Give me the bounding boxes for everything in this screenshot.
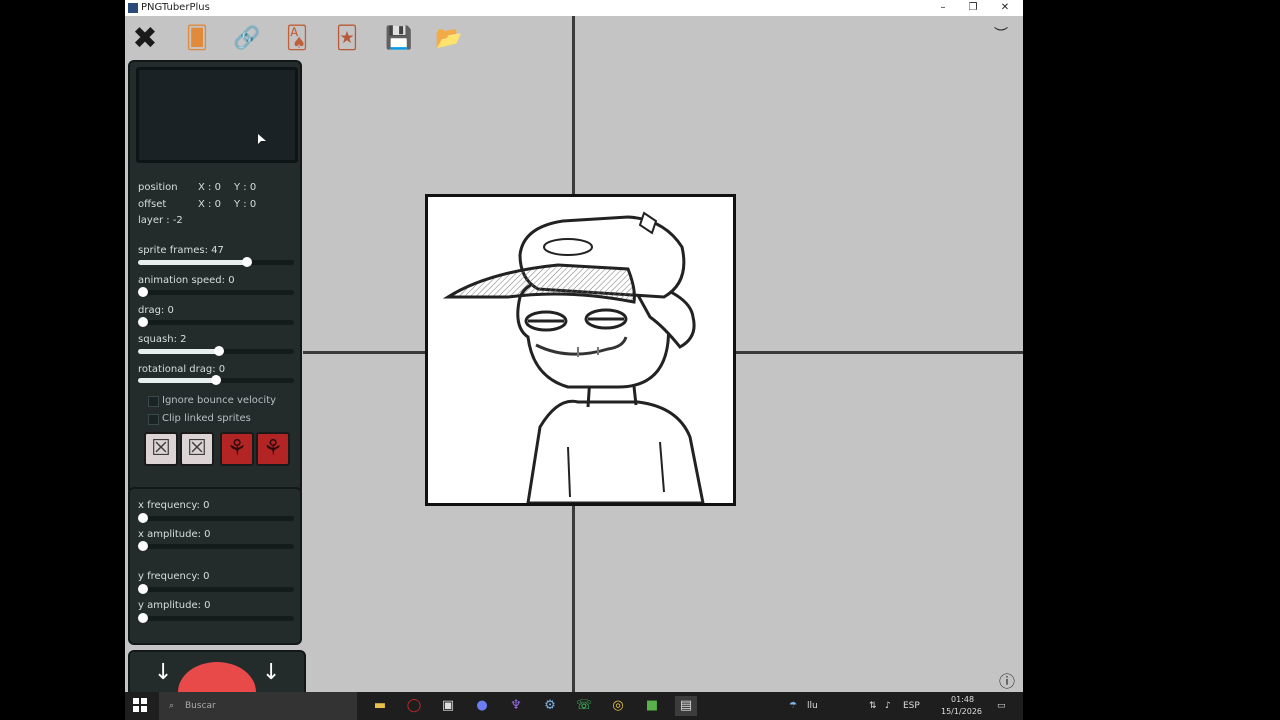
slider-knob[interactable] [214, 346, 225, 356]
weather-icon: ☂ [789, 701, 798, 711]
slider-knob[interactable] [138, 584, 148, 594]
squash-slider[interactable] [138, 346, 294, 356]
clip-linked-label: Clip linked sprites [162, 413, 251, 424]
slider-knob[interactable] [138, 541, 148, 551]
collapse-icon[interactable]: ︶ [989, 26, 1013, 43]
slider-knob[interactable] [211, 375, 221, 385]
drag-slider[interactable] [138, 317, 294, 327]
offset-label: offset [138, 199, 167, 210]
wobble-panel: x frequency: 0 x amplitude: 0 y frequenc… [128, 487, 302, 645]
whatsapp-icon[interactable]: ☏ [573, 696, 595, 716]
search-placeholder: Buscar [185, 701, 216, 711]
pngtuber-taskbar-icon[interactable]: ▤ [675, 696, 697, 716]
minimize-button[interactable]: – [931, 0, 955, 16]
layer-label: layer : -2 [138, 215, 183, 226]
y-frequency-label: y frequency: 0 [138, 571, 210, 582]
offset-x: X : 0 [198, 199, 221, 210]
record-button[interactable] [178, 662, 256, 692]
opera-icon[interactable]: ◯ [403, 696, 425, 716]
app-window: PNGTuberPlus – ❐ ✕ ✖ 🂠 🔗 🂡 🃏 💾 📂 ︶ posit… [125, 0, 1023, 692]
x-frequency-slider[interactable] [138, 513, 294, 523]
x-amplitude-slider[interactable] [138, 541, 294, 551]
app-icon-5[interactable]: ♆ [505, 696, 527, 716]
slider-knob[interactable] [138, 513, 148, 523]
x-frequency-label: x frequency: 0 [138, 500, 210, 511]
search-icon: ⌕ [169, 701, 175, 711]
link-icon[interactable]: 🔗 [229, 20, 265, 56]
y-amplitude-slider[interactable] [138, 613, 294, 623]
chrome-icon[interactable]: ◎ [607, 696, 629, 716]
x-amplitude-label: x amplitude: 0 [138, 529, 211, 540]
offset-y: Y : 0 [234, 199, 257, 210]
costumes-icon[interactable]: 🂡 [279, 20, 315, 56]
position-x: X : 0 [198, 182, 221, 193]
slider-knob[interactable] [242, 257, 253, 267]
y-frequency-slider[interactable] [138, 584, 294, 594]
rotational-drag-label: rotational drag: 0 [138, 364, 226, 375]
rotational-drag-slider[interactable] [138, 375, 294, 385]
sprite-card-icon[interactable]: 🃏 [329, 20, 365, 56]
exit-icon[interactable]: ✖ [127, 20, 163, 56]
editor-canvas[interactable]: ✖ 🂠 🔗 🂡 🃏 💾 📂 ︶ position X : 0 Y : 0 off… [125, 16, 1023, 692]
y-amplitude-label: y amplitude: 0 [138, 600, 211, 611]
layer-down-right-button[interactable]: ↓ [262, 660, 280, 685]
animation-speed-label: animation speed: 0 [138, 275, 235, 286]
slider-knob[interactable] [138, 287, 148, 297]
animation-speed-slider[interactable] [138, 287, 294, 297]
file-explorer-icon[interactable]: ▬ [369, 696, 391, 716]
app-icon-3[interactable]: ▣ [437, 696, 459, 716]
sprite-frames-slider[interactable] [138, 257, 294, 267]
sprite-frames-label: sprite frames: 47 [138, 245, 224, 256]
minecraft-icon[interactable]: ■ [641, 696, 663, 716]
clock-time: 01:48 [951, 695, 975, 704]
windows-start-icon[interactable] [133, 698, 147, 712]
discord-icon[interactable]: ● [471, 696, 493, 716]
notifications-icon[interactable]: ▭ [997, 692, 1006, 720]
weather-text: llu [807, 701, 818, 711]
title-bar: PNGTuberPlus – ❐ ✕ [125, 0, 1023, 16]
sprite-preview [136, 67, 298, 163]
clock-date: 15/1/2026 [941, 707, 983, 716]
position-y: Y : 0 [234, 182, 257, 193]
close-button[interactable]: ✕ [993, 0, 1017, 16]
unlink-sprite-button[interactable]: ⚘ [256, 432, 290, 466]
lang-indicator[interactable]: ESP [903, 692, 920, 720]
cursor-icon [258, 134, 266, 144]
drag-label: drag: 0 [138, 305, 174, 316]
maximize-button[interactable]: ❐ [961, 0, 985, 16]
delete-link-button[interactable]: ☒ [180, 432, 214, 466]
slider-knob[interactable] [138, 317, 148, 327]
folder-icon[interactable]: 📂 [431, 20, 467, 56]
avatar-stage[interactable] [425, 194, 736, 506]
window-title: PNGTuberPlus [141, 2, 210, 13]
delete-sprite-button[interactable]: ☒ [144, 432, 178, 466]
app-icon [128, 3, 138, 13]
avatar-sprite [442, 211, 705, 505]
add-sprite-icon[interactable]: 🂠 [179, 20, 215, 56]
taskbar-search[interactable]: ⌕ Buscar [159, 692, 357, 720]
position-label: position [138, 182, 178, 193]
squash-label: squash: 2 [138, 334, 187, 345]
ignore-bounce-label: Ignore bounce velocity [162, 395, 277, 406]
link-sprite-button[interactable]: ⚘ [220, 432, 254, 466]
steam-icon[interactable]: ⚙ [539, 696, 561, 716]
layer-panel: ↓ ↓ [128, 650, 306, 692]
sprite-properties-panel: position X : 0 Y : 0 offset X : 0 Y : 0 … [128, 60, 302, 496]
info-icon[interactable]: ⓘ [999, 668, 1015, 692]
taskbar: ⌕ Buscar ▬ ◯ ▣ ● ♆ ⚙ ☏ ◎ ■ ▤ ☂ llu ⇅ ♪ E… [125, 692, 1023, 720]
ignore-bounce-checkbox[interactable] [148, 396, 159, 407]
slider-knob[interactable] [138, 613, 148, 623]
save-icon[interactable]: 💾 [381, 20, 417, 56]
clip-linked-checkbox[interactable] [148, 414, 159, 425]
network-icon[interactable]: ⇅ [869, 692, 877, 720]
layer-down-left-button[interactable]: ↓ [154, 660, 172, 685]
volume-icon[interactable]: ♪ [885, 692, 891, 720]
